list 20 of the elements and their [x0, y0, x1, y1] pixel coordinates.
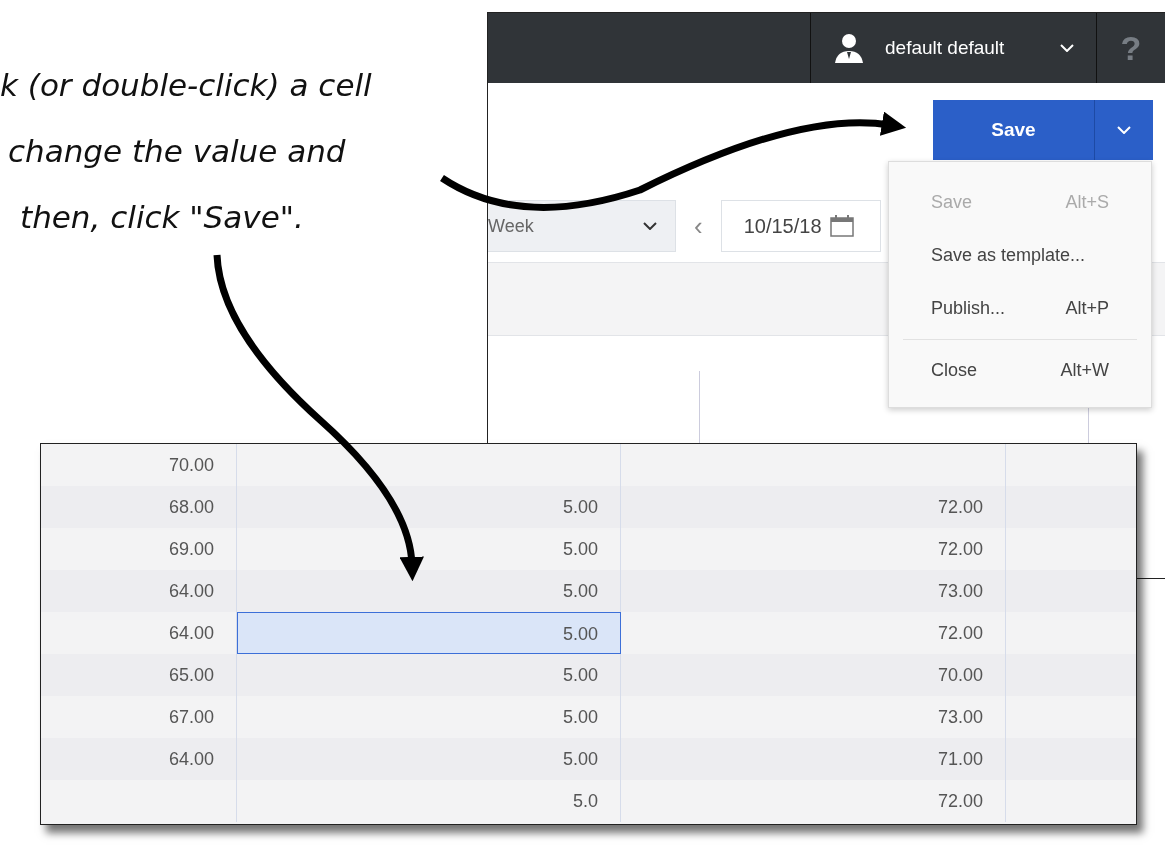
save-button[interactable]: Save	[933, 100, 1095, 160]
menu-item[interactable]: Close Alt+W	[889, 344, 1151, 397]
previous-button[interactable]: ‹	[694, 210, 703, 242]
table-cell[interactable]: 5.0	[237, 780, 621, 822]
callout-text: k (or double-click) a cell	[0, 66, 373, 105]
chevron-down-icon	[1117, 126, 1131, 134]
date-field[interactable]: 10/15/18	[720, 200, 881, 252]
chevron-down-icon	[643, 222, 657, 230]
user-icon	[833, 33, 865, 63]
user-name: default default	[885, 37, 1006, 59]
menu-item[interactable]: Publish... Alt+P	[889, 282, 1151, 335]
callout-text: then, click "Save".	[19, 198, 305, 237]
calendar-icon	[829, 215, 854, 237]
callout-text: change the value and	[7, 132, 347, 171]
chevron-down-icon	[1060, 44, 1074, 52]
menu-item[interactable]: Save as template...	[889, 229, 1151, 282]
view-select[interactable]: Week	[488, 200, 676, 252]
table-cell[interactable]: 72.00	[621, 780, 1006, 822]
selected-cell[interactable]: 5.00	[237, 612, 621, 654]
user-menu[interactable]: default default	[810, 13, 1097, 83]
